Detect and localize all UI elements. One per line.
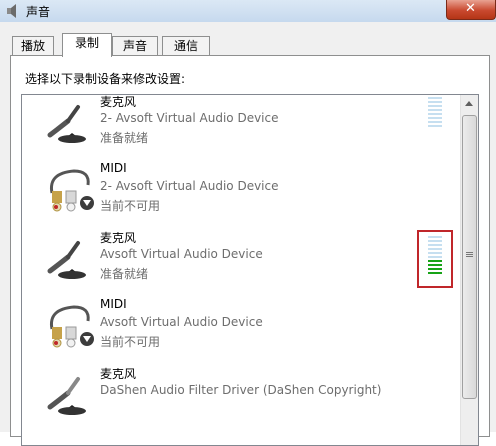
speaker-icon [7, 4, 16, 18]
device-description: DaShen Audio Filter Driver (DaShen Copyr… [100, 383, 382, 397]
level-meter [428, 236, 442, 276]
level-meter [428, 97, 442, 129]
vertical-scrollbar[interactable] [460, 95, 478, 445]
recording-device-list[interactable]: 麦克风 2- Avsoft Virtual Audio Device 准备就绪 [21, 94, 479, 446]
list-item-device[interactable]: 麦克风 Avsoft Virtual Audio Device 准备就绪 [22, 227, 453, 295]
device-description: Avsoft Virtual Audio Device [100, 315, 263, 329]
list-item-device[interactable]: 麦克风 DaShen Audio Filter Driver (DaShen C… [22, 363, 434, 431]
list-item-device[interactable]: MIDI Avsoft Virtual Audio Device 当前不可用 [22, 295, 434, 363]
unavailable-arrow-icon [79, 331, 95, 347]
tab-sounds[interactable]: 声音 [112, 36, 158, 56]
device-status: 当前不可用 [100, 335, 161, 349]
device-status: 准备就绪 [100, 267, 149, 281]
audio-cable-icon [49, 305, 90, 348]
tab-recording[interactable]: 录制 [62, 33, 112, 57]
audio-cable-icon [49, 169, 90, 212]
close-icon: ✕ [465, 1, 476, 16]
device-name: MIDI [100, 161, 127, 175]
window-title: 声音 [26, 5, 51, 19]
device-description: 2- Avsoft Virtual Audio Device [100, 179, 279, 193]
device-status: 准备就绪 [100, 131, 149, 145]
title-bar: 声音 ✕ [0, 0, 496, 23]
dialog-body: 播放 录制 声音 通信 选择以下录制设备来修改设置: 麦克风 2- Avsoft… [0, 22, 496, 446]
microphone-icon [47, 377, 86, 415]
device-status: 当前不可用 [100, 199, 161, 213]
tab-playback[interactable]: 播放 [12, 36, 54, 56]
list-item-device[interactable]: 麦克风 2- Avsoft Virtual Audio Device 准备就绪 [22, 95, 442, 159]
device-description: 2- Avsoft Virtual Audio Device [100, 111, 279, 125]
scroll-up-icon[interactable] [465, 101, 473, 106]
device-name: 麦克风 [100, 95, 137, 109]
scroll-thumb[interactable] [462, 115, 477, 399]
list-item-device[interactable]: MIDI 2- Avsoft Virtual Audio Device 当前不可… [22, 159, 434, 227]
recording-panel: 选择以下录制设备来修改设置: 麦克风 2- Avsoft Virtual Aud… [10, 55, 490, 446]
close-button[interactable]: ✕ [446, 0, 496, 20]
device-name: 麦克风 [100, 367, 137, 381]
microphone-icon [47, 105, 86, 143]
device-name: MIDI [100, 297, 127, 311]
instruction-text: 选择以下录制设备来修改设置: [25, 72, 186, 86]
device-name: 麦克风 [100, 231, 137, 245]
tab-communications[interactable]: 通信 [162, 36, 210, 56]
device-description: Avsoft Virtual Audio Device [100, 247, 263, 261]
microphone-icon [47, 241, 86, 279]
unavailable-arrow-icon [79, 195, 95, 211]
